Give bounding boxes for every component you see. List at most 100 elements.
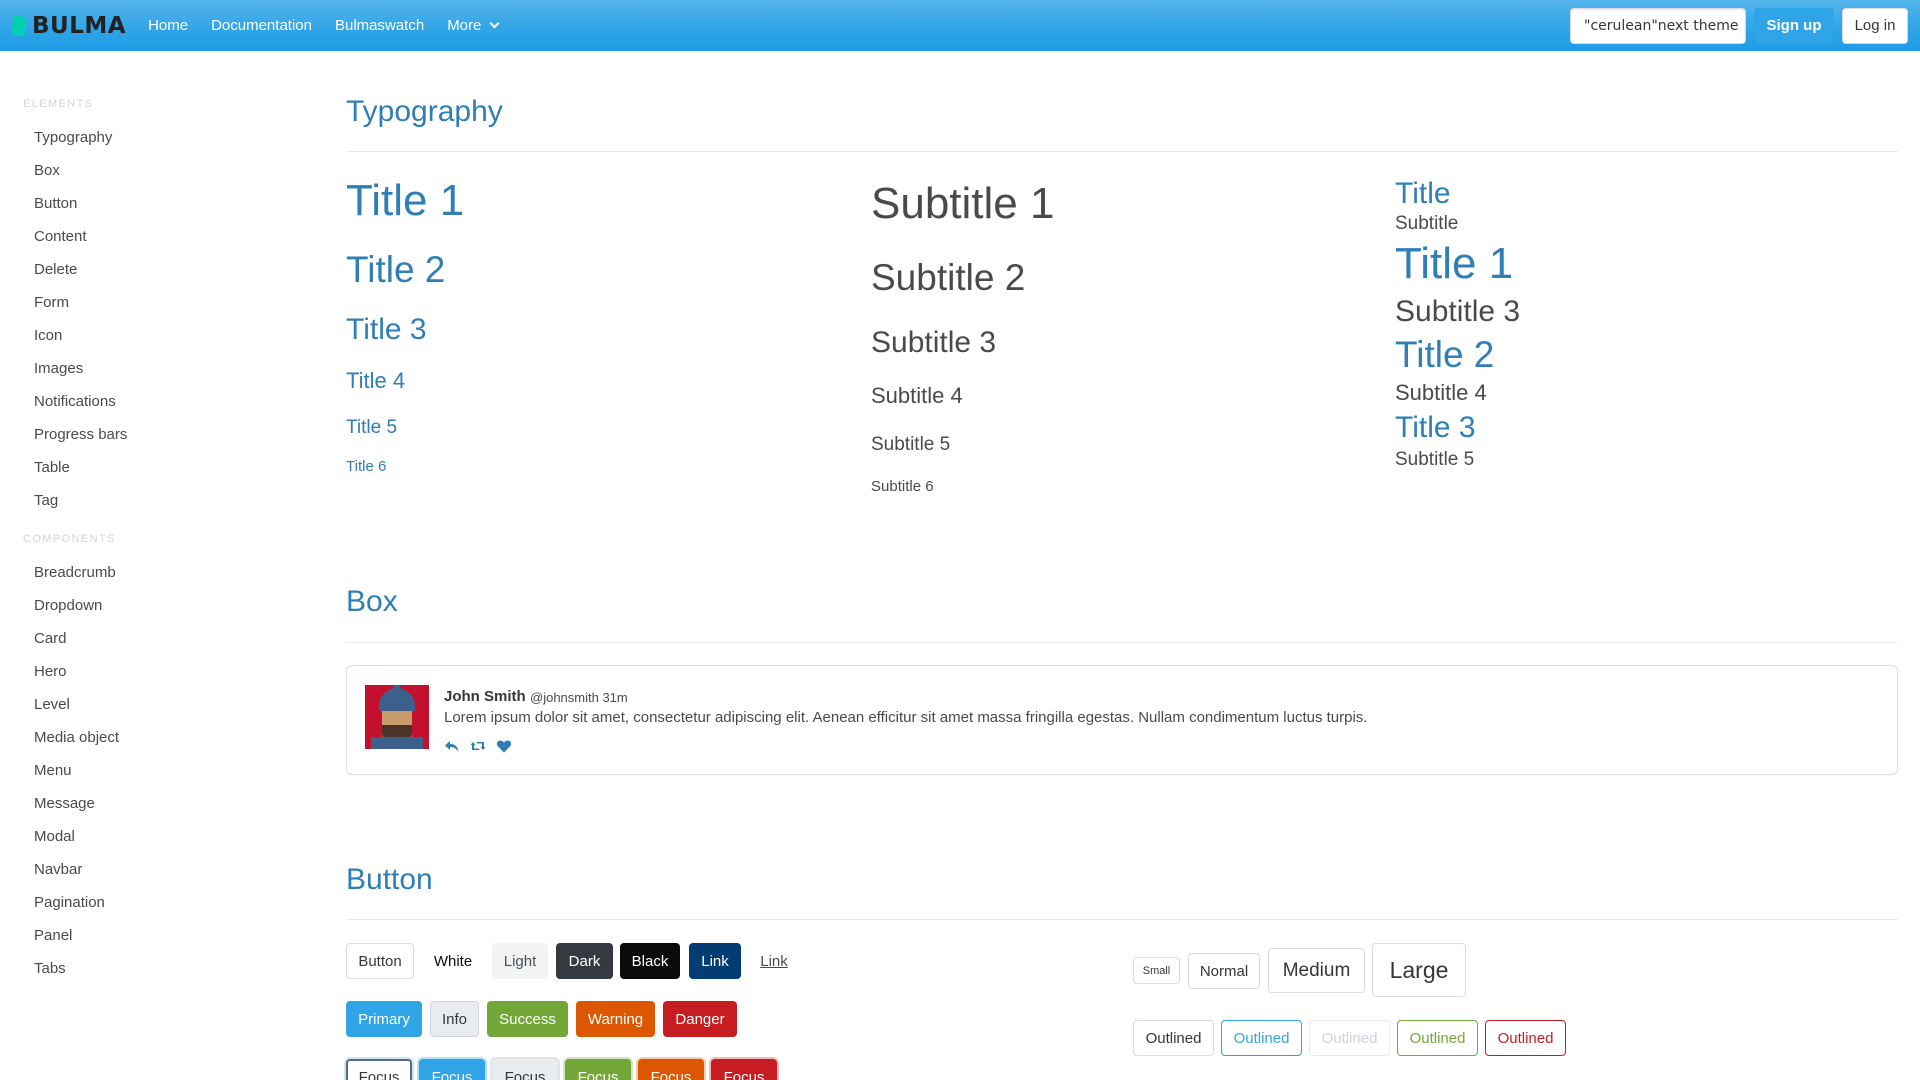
button-link-solid[interactable]: Link bbox=[689, 943, 741, 979]
sidebar-item-delete[interactable]: Delete bbox=[34, 261, 77, 278]
nav-more-label: More bbox=[447, 17, 482, 34]
sidebar-item-typography[interactable]: Typography bbox=[34, 129, 112, 146]
button-info[interactable]: Info bbox=[430, 1001, 479, 1037]
button-outlined-success[interactable]: Outlined bbox=[1397, 1020, 1478, 1056]
button-outlined-default[interactable]: Outlined bbox=[1133, 1020, 1214, 1056]
top-navbar: BULMA Home Documentation Bulmaswatch Mor… bbox=[0, 0, 1920, 51]
button-focus-warning[interactable]: Focus bbox=[638, 1059, 704, 1080]
avatar bbox=[365, 685, 429, 749]
bulma-logo-icon bbox=[10, 15, 28, 36]
sidebar-item-box[interactable]: Box bbox=[34, 162, 60, 179]
subtitle-3: Subtitle 3 bbox=[871, 326, 997, 359]
retweet-icon[interactable] bbox=[470, 738, 486, 754]
pair-title-3: Title 3 bbox=[1395, 411, 1476, 444]
button-primary[interactable]: Primary bbox=[346, 1001, 422, 1037]
button-outlined-danger[interactable]: Outlined bbox=[1485, 1020, 1566, 1056]
pair-title-2: Title 2 bbox=[1395, 334, 1495, 375]
typography-heading: Typography bbox=[346, 95, 503, 128]
button-success[interactable]: Success bbox=[487, 1001, 568, 1037]
brand-logo[interactable]: BULMA bbox=[10, 0, 127, 51]
subtitle-5: Subtitle 5 bbox=[871, 434, 951, 455]
button-link-text[interactable]: Link bbox=[749, 943, 799, 979]
brand-name: BULMA bbox=[32, 12, 127, 39]
nav-more-dropdown[interactable]: More bbox=[447, 0, 500, 51]
subtitle-2: Subtitle 2 bbox=[871, 257, 1026, 298]
theme-select[interactable]: "cerulean"next theme bbox=[1570, 7, 1746, 44]
pair-subtitle-3: Subtitle 3 bbox=[1395, 295, 1521, 328]
title-5: Title 5 bbox=[346, 417, 398, 438]
sidebar-item-level[interactable]: Level bbox=[34, 696, 70, 713]
sidebar-item-dropdown[interactable]: Dropdown bbox=[34, 597, 102, 614]
subtitle-4: Subtitle 4 bbox=[871, 383, 963, 408]
button-default[interactable]: Button bbox=[346, 943, 414, 979]
pair-subtitle-4: Subtitle 4 bbox=[1395, 380, 1487, 405]
sidebar-item-tabs[interactable]: Tabs bbox=[34, 960, 66, 977]
button-divider bbox=[346, 919, 1898, 920]
author-name: John Smith bbox=[444, 688, 526, 705]
sidebar-item-pagination[interactable]: Pagination bbox=[34, 894, 105, 911]
button-white[interactable]: White bbox=[422, 943, 484, 979]
button-focus-primary[interactable]: Focus bbox=[419, 1059, 485, 1080]
title-4: Title 4 bbox=[346, 368, 406, 393]
sidebar-item-tag[interactable]: Tag bbox=[34, 492, 58, 509]
heart-icon[interactable] bbox=[496, 738, 512, 754]
menu-label-elements: ELEMENTS bbox=[23, 98, 94, 110]
box-heading: Box bbox=[346, 585, 398, 618]
sidebar-item-panel[interactable]: Panel bbox=[34, 927, 72, 944]
sidebar-item-card[interactable]: Card bbox=[34, 630, 67, 647]
sidebar-item-button[interactable]: Button bbox=[34, 195, 77, 212]
pair-title: Title bbox=[1395, 177, 1451, 210]
sidebar-item-table[interactable]: Table bbox=[34, 459, 70, 476]
pair-subtitle: Subtitle bbox=[1395, 213, 1459, 234]
button-outlined-info[interactable]: Outlined bbox=[1309, 1020, 1390, 1056]
nav-home[interactable]: Home bbox=[148, 0, 188, 51]
reply-icon[interactable] bbox=[444, 738, 460, 754]
chevron-down-icon bbox=[489, 18, 500, 29]
button-heading: Button bbox=[346, 863, 433, 896]
sidebar-item-form[interactable]: Form bbox=[34, 294, 69, 311]
title-2: Title 2 bbox=[346, 249, 446, 290]
subtitle-1: Subtitle 1 bbox=[871, 179, 1055, 228]
button-focus-success[interactable]: Focus bbox=[565, 1059, 631, 1080]
button-outlined-primary[interactable]: Outlined bbox=[1221, 1020, 1302, 1056]
button-focus-danger[interactable]: Focus bbox=[711, 1059, 777, 1080]
typography-divider bbox=[346, 151, 1898, 152]
sidebar-item-menu[interactable]: Menu bbox=[34, 762, 72, 779]
author-handle: @johnsmith 31m bbox=[530, 690, 628, 705]
sidebar-item-message[interactable]: Message bbox=[34, 795, 95, 812]
signup-button[interactable]: Sign up bbox=[1754, 7, 1834, 44]
button-normal[interactable]: Normal bbox=[1188, 953, 1260, 989]
sidebar-item-images[interactable]: Images bbox=[34, 360, 83, 377]
sidebar-item-hero[interactable]: Hero bbox=[34, 663, 67, 680]
button-black[interactable]: Black bbox=[620, 943, 680, 979]
login-button[interactable]: Log in bbox=[1842, 7, 1908, 44]
box-divider bbox=[346, 642, 1898, 643]
sidebar-item-navbar[interactable]: Navbar bbox=[34, 861, 82, 878]
sidebar-item-media-object[interactable]: Media object bbox=[34, 729, 119, 746]
pair-title-1: Title 1 bbox=[1395, 239, 1514, 288]
button-dark[interactable]: Dark bbox=[556, 943, 613, 979]
sidebar-item-content[interactable]: Content bbox=[34, 228, 87, 245]
title-1: Title 1 bbox=[346, 176, 465, 225]
nav-documentation[interactable]: Documentation bbox=[211, 0, 312, 51]
button-focus-info[interactable]: Focus bbox=[492, 1059, 558, 1080]
title-3: Title 3 bbox=[346, 313, 427, 346]
pair-subtitle-5: Subtitle 5 bbox=[1395, 449, 1475, 470]
nav-bulmaswatch[interactable]: Bulmaswatch bbox=[335, 0, 424, 51]
title-6: Title 6 bbox=[346, 458, 387, 475]
sidebar-item-icon[interactable]: Icon bbox=[34, 327, 62, 344]
button-large[interactable]: Large bbox=[1372, 943, 1466, 997]
sidebar-item-modal[interactable]: Modal bbox=[34, 828, 75, 845]
post-text: Lorem ipsum dolor sit amet, consectetur … bbox=[444, 709, 1368, 726]
button-small[interactable]: Small bbox=[1133, 957, 1180, 984]
sidebar-item-progress-bars[interactable]: Progress bars bbox=[34, 426, 127, 443]
sidebar-item-breadcrumb[interactable]: Breadcrumb bbox=[34, 564, 116, 581]
button-warning[interactable]: Warning bbox=[576, 1001, 655, 1037]
subtitle-6: Subtitle 6 bbox=[871, 478, 934, 495]
button-light[interactable]: Light bbox=[492, 943, 548, 979]
button-danger[interactable]: Danger bbox=[663, 1001, 737, 1037]
media-box: John Smith @johnsmith 31m Lorem ipsum do… bbox=[346, 665, 1898, 775]
sidebar-item-notifications[interactable]: Notifications bbox=[34, 393, 116, 410]
button-focus-default[interactable]: Focus bbox=[346, 1059, 412, 1080]
button-medium[interactable]: Medium bbox=[1268, 948, 1365, 993]
